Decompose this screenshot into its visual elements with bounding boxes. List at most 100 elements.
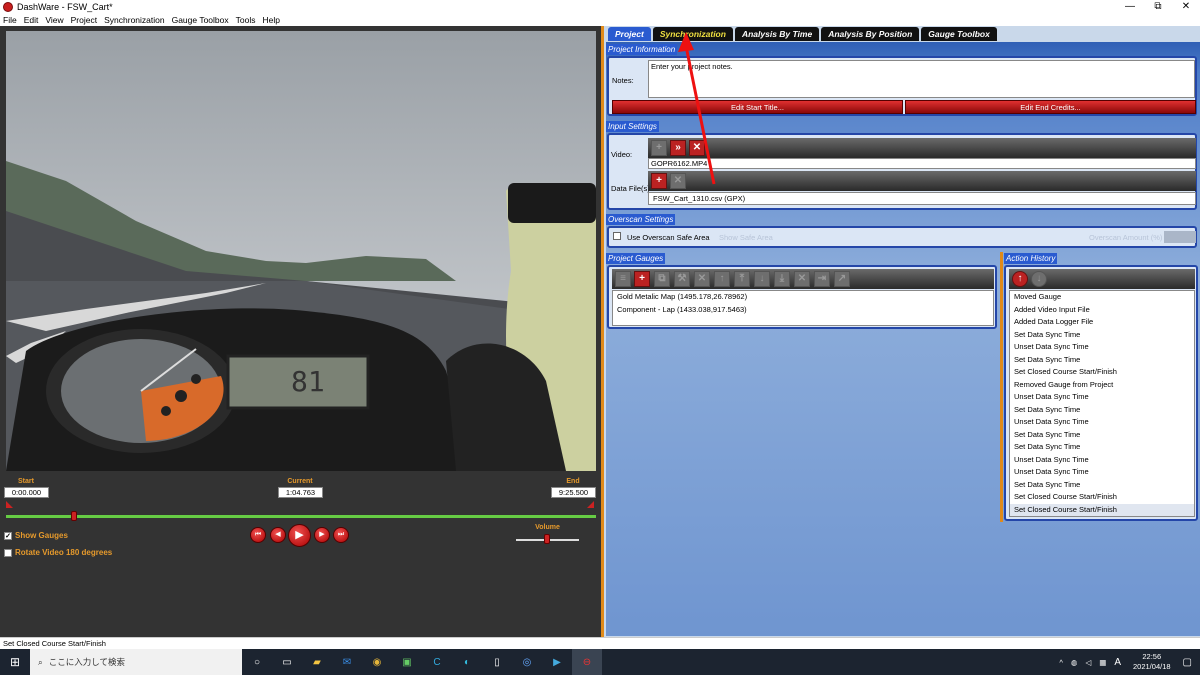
menu-synchronization[interactable]: Synchronization bbox=[104, 15, 164, 25]
media-app-icon[interactable]: ▶ bbox=[542, 649, 572, 675]
history-item[interactable]: Removed Gauge from Project bbox=[1010, 379, 1194, 392]
step-forward-button[interactable]: ▶ bbox=[314, 527, 330, 543]
menu-tools[interactable]: Tools bbox=[236, 15, 256, 25]
step-back-button[interactable]: ◀ bbox=[270, 527, 286, 543]
c-app-icon[interactable]: C bbox=[422, 649, 452, 675]
settings-app-icon[interactable]: ◎ bbox=[512, 649, 542, 675]
menu-gauge-toolbox[interactable]: Gauge Toolbox bbox=[172, 15, 229, 25]
skip-to-end-button[interactable]: ⏭ bbox=[333, 527, 349, 543]
end-marker-icon[interactable] bbox=[587, 501, 594, 508]
maximize-button[interactable]: ⧉ bbox=[1144, 0, 1172, 14]
menu-view[interactable]: View bbox=[45, 15, 63, 25]
history-item[interactable]: Set Data Sync Time bbox=[1010, 479, 1194, 492]
windows-start-icon[interactable]: ⊞ bbox=[0, 655, 30, 669]
end-label: End bbox=[566, 478, 580, 485]
tray-chevron-icon[interactable]: ^ bbox=[1059, 658, 1063, 667]
video-file-field[interactable]: GOPR6162.MP4 bbox=[648, 158, 1196, 169]
skip-to-start-button[interactable]: ⏮ bbox=[250, 527, 266, 543]
annotation-arrow-icon bbox=[678, 32, 716, 185]
notification-icon[interactable]: ▢ bbox=[1183, 657, 1192, 668]
timeline-thumb[interactable] bbox=[71, 511, 77, 521]
data-file-item[interactable]: FSW_Cart_1310.csv (GPX) bbox=[649, 193, 1195, 204]
history-item[interactable]: Set Data Sync Time bbox=[1010, 354, 1194, 367]
show-gauges-checkbox[interactable]: ✓ Show Gauges bbox=[4, 531, 68, 540]
timeline-slider[interactable] bbox=[6, 515, 596, 518]
edit-start-title-button[interactable]: Edit Start Title... bbox=[612, 100, 903, 114]
cortana-icon[interactable]: ○ bbox=[242, 649, 272, 675]
gauge-export-icon: ⇥ bbox=[814, 271, 830, 287]
video-preview[interactable]: 81 bbox=[6, 31, 596, 471]
history-item[interactable]: Unset Data Sync Time bbox=[1010, 454, 1194, 467]
ime-indicator[interactable]: A bbox=[1114, 657, 1121, 668]
history-item[interactable]: Set Data Sync Time bbox=[1010, 404, 1194, 417]
mail-icon[interactable]: ✉ bbox=[332, 649, 362, 675]
history-item[interactable]: Added Video Input File bbox=[1010, 304, 1194, 317]
history-item[interactable]: Unset Data Sync Time bbox=[1010, 416, 1194, 429]
pane-splitter[interactable] bbox=[1000, 252, 1003, 522]
history-item[interactable]: Unset Data Sync Time bbox=[1010, 391, 1194, 404]
move-down-icon: ↓ bbox=[754, 271, 770, 287]
tab-gauge-toolbox[interactable]: Gauge Toolbox bbox=[921, 27, 997, 41]
network-icon[interactable]: ◍ bbox=[1071, 658, 1078, 667]
overscan-amount-label: Overscan Amount (%) bbox=[1089, 233, 1163, 242]
play-button[interactable]: ▶ bbox=[288, 524, 311, 547]
undo-icon[interactable]: ↑ bbox=[1012, 271, 1028, 287]
app-icon[interactable]: ▣ bbox=[392, 649, 422, 675]
keyboard-icon[interactable]: ▦ bbox=[1099, 658, 1106, 667]
add-data-file-icon[interactable]: + bbox=[651, 173, 667, 189]
start-marker-icon[interactable] bbox=[6, 501, 13, 508]
chrome-icon[interactable]: ◉ bbox=[362, 649, 392, 675]
edit-end-credits-button[interactable]: Edit End Credits... bbox=[905, 100, 1196, 114]
history-item[interactable]: Unset Data Sync Time bbox=[1010, 466, 1194, 479]
file-explorer-icon[interactable]: ▰ bbox=[302, 649, 332, 675]
start-label: Start bbox=[18, 478, 34, 485]
add-gauge-icon[interactable]: + bbox=[634, 271, 650, 287]
gauge-item[interactable]: Component - Lap (1433.038,917.5463) bbox=[613, 304, 993, 317]
end-time-field[interactable]: 9:25.500 bbox=[551, 487, 596, 498]
taskbar-search-box[interactable]: ⌕ ここに入力して検索 bbox=[30, 649, 242, 675]
history-item[interactable]: Set Data Sync Time bbox=[1010, 441, 1194, 454]
minimize-button[interactable]: — bbox=[1116, 0, 1144, 14]
gauge-edit-icon: ≡ bbox=[615, 271, 631, 287]
volume-icon[interactable]: ◁ bbox=[1085, 658, 1091, 667]
history-item[interactable]: Set Data Sync Time bbox=[1010, 329, 1194, 342]
current-time-field[interactable]: 1:04.763 bbox=[278, 487, 323, 498]
history-item[interactable]: Unset Data Sync Time bbox=[1010, 341, 1194, 354]
project-gauges-title: Project Gauges bbox=[606, 253, 666, 264]
history-item[interactable]: Set Data Sync Time bbox=[1010, 429, 1194, 442]
dashware-taskbar-icon[interactable]: ⊖ bbox=[572, 649, 602, 675]
use-overscan-checkbox[interactable] bbox=[613, 232, 621, 240]
menu-edit[interactable]: Edit bbox=[24, 15, 39, 25]
history-item-selected[interactable]: Set Closed Course Start/Finish bbox=[1010, 503, 1194, 516]
tab-project[interactable]: Project bbox=[608, 27, 651, 41]
search-icon: ⌕ bbox=[38, 656, 43, 667]
windows-taskbar: ⊞ ⌕ ここに入力して検索 ○ ▭ ▰ ✉ ◉ ▣ C ◐ ▯ ◎ ▶ ⊖ ^ … bbox=[0, 649, 1200, 675]
tab-analysis-by-time[interactable]: Analysis By Time bbox=[734, 27, 820, 41]
gauges-list: Gold Metalic Map (1495.178,26.78962) Com… bbox=[612, 290, 994, 326]
tab-analysis-by-position[interactable]: Analysis By Position bbox=[821, 27, 920, 41]
gauges-toolbar: ≡ + ⧉ ⚒ ✕ ↑ ⤒ ↓ ⤓ ✕ ⇥ ↗ bbox=[612, 269, 994, 289]
notes-field[interactable]: Enter your project notes. bbox=[648, 60, 1195, 98]
document-icon[interactable]: ▯ bbox=[482, 649, 512, 675]
start-time-field[interactable]: 0:00.000 bbox=[4, 487, 49, 498]
svg-text:81: 81 bbox=[291, 365, 325, 398]
video-frame-image: 81 bbox=[6, 31, 596, 471]
move-up-icon: ↑ bbox=[714, 271, 730, 287]
task-view-icon[interactable]: ▭ bbox=[272, 649, 302, 675]
history-item[interactable]: Set Closed Course Start/Finish bbox=[1010, 491, 1194, 504]
gauge-item[interactable]: Gold Metalic Map (1495.178,26.78962) bbox=[613, 291, 993, 304]
edge-icon[interactable]: ◐ bbox=[452, 649, 482, 675]
history-item[interactable]: Moved Gauge bbox=[1010, 291, 1194, 304]
close-button[interactable]: ✕ bbox=[1172, 0, 1200, 14]
video-label: Video: bbox=[611, 150, 633, 159]
volume-thumb[interactable] bbox=[544, 534, 550, 544]
menu-project[interactable]: Project bbox=[71, 15, 97, 25]
menu-help[interactable]: Help bbox=[262, 15, 279, 25]
menu-file[interactable]: File bbox=[3, 15, 17, 25]
history-item[interactable]: Set Closed Course Start/Finish bbox=[1010, 366, 1194, 379]
taskbar-clock[interactable]: 22:56 2021/04/18 bbox=[1133, 652, 1171, 672]
history-item[interactable]: Added Data Logger File bbox=[1010, 316, 1194, 329]
data-file-toolbar: + ✕ bbox=[648, 171, 1196, 191]
remove-gauge-icon: ✕ bbox=[794, 271, 810, 287]
rotate-video-checkbox[interactable]: Rotate Video 180 degrees bbox=[4, 548, 112, 557]
